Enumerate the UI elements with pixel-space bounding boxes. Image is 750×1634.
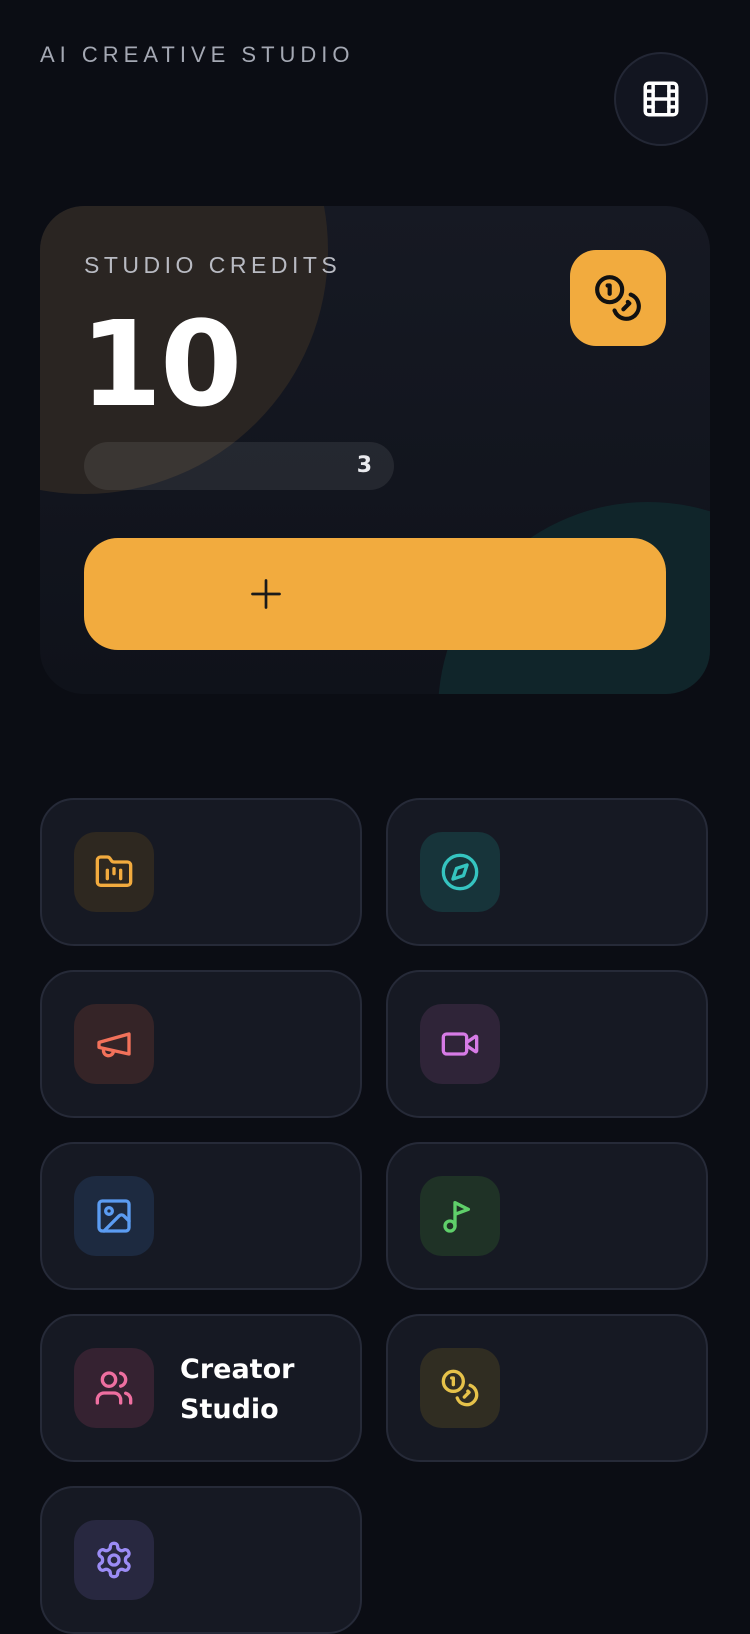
tile-icon-box (420, 1004, 500, 1084)
video-camera-icon (441, 1032, 479, 1056)
tile-music[interactable] (386, 1142, 708, 1290)
compass-icon (441, 853, 479, 891)
folder-chart-icon (95, 855, 133, 887)
film-icon (643, 81, 679, 117)
tile-announce[interactable] (40, 970, 362, 1118)
credits-card: STUDIO CREDITS 10 3 (40, 206, 710, 694)
tile-explore[interactable] (386, 798, 708, 946)
gear-icon (97, 1541, 131, 1579)
tile-icon-box (74, 1176, 154, 1256)
tile-icon-box (74, 1348, 154, 1428)
tile-icon-box (420, 1348, 500, 1428)
credits-label: STUDIO CREDITS (84, 252, 342, 278)
coins-badge[interactable] (570, 250, 666, 346)
film-button[interactable] (614, 52, 708, 146)
tile-video[interactable] (386, 970, 708, 1118)
coins-icon (595, 275, 641, 321)
add-credits-button[interactable] (84, 538, 666, 650)
image-icon (97, 1199, 131, 1233)
tile-label: Creator Studio (180, 1354, 295, 1425)
tile-icon-box (74, 1520, 154, 1600)
tile-folder[interactable] (40, 798, 362, 946)
users-icon (95, 1371, 133, 1405)
tile-icon-box (74, 832, 154, 912)
tile-icon-box (420, 832, 500, 912)
app-title: AI CREATIVE STUDIO (40, 42, 355, 67)
tile-image[interactable] (40, 1142, 362, 1290)
credits-value: 10 (80, 295, 242, 433)
tile-settings[interactable] (40, 1486, 362, 1634)
tile-icon-box (420, 1176, 500, 1256)
music-note-icon (443, 1201, 470, 1233)
usage-bar: 3 (84, 442, 394, 490)
tile-creator-studio[interactable]: Creator Studio (40, 1314, 362, 1462)
usage-count: 3 (356, 453, 372, 478)
tile-icon-box (74, 1004, 154, 1084)
megaphone-icon (97, 1032, 131, 1058)
tile-credits[interactable] (386, 1314, 708, 1462)
coins-icon (441, 1369, 479, 1407)
plus-icon (251, 579, 281, 609)
